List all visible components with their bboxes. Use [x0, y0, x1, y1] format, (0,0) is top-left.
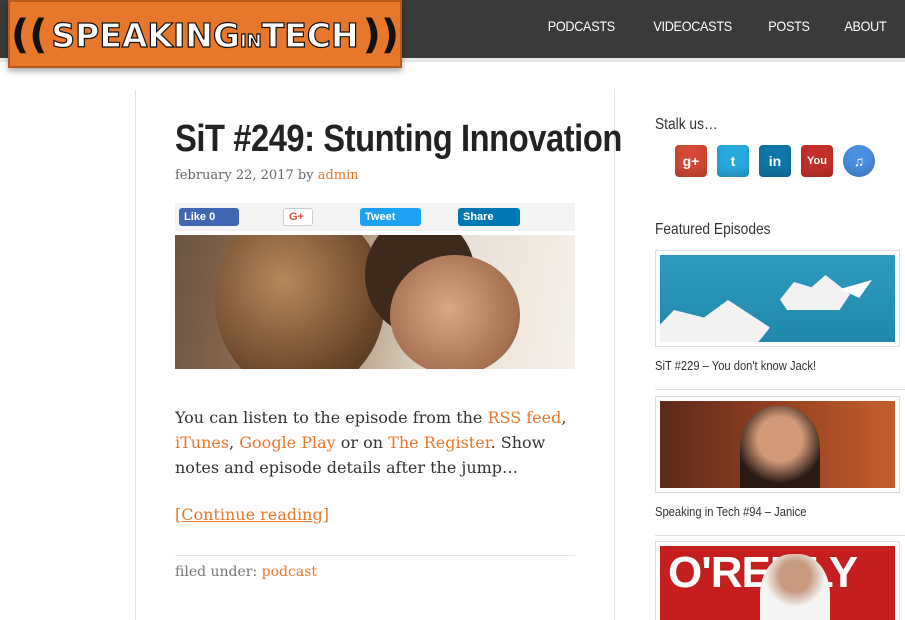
featured-episode-title[interactable]: SiT #229 – You don't know Jack! [655, 358, 816, 373]
google-plus-button[interactable]: G+ [283, 208, 313, 226]
episode-thumbnail [660, 401, 895, 488]
featured-divider [655, 535, 905, 536]
nav-about[interactable]: ABOUT [845, 18, 887, 34]
post-title[interactable]: SiT #249: Stunting Innovation [175, 118, 622, 161]
itunes-link[interactable]: iTunes [175, 433, 229, 452]
cloud-shape [780, 275, 850, 310]
facebook-like-button[interactable]: Like 0 [179, 208, 239, 226]
rss-feed-link[interactable]: RSS feed [487, 408, 561, 427]
category-link[interactable]: podcast [262, 564, 317, 580]
post-meta: february 22, 2017 by admin [175, 168, 359, 183]
google-plus-label: G+ [289, 211, 304, 223]
post-hero-image [175, 235, 575, 369]
robot-head-illustration [215, 235, 385, 369]
share-bar: Like 0 G+ Tweet Share [175, 203, 575, 231]
stalk-us-heading: Stalk us… [655, 116, 718, 133]
speaker-shape [760, 554, 830, 620]
featured-episodes-heading: Featured Episodes [655, 221, 771, 238]
featured-episode-title[interactable]: Speaking in Tech #94 – Janice [655, 504, 806, 519]
episode-thumbnail [660, 255, 895, 342]
featured-divider [655, 389, 905, 390]
logo-mark: (( SPEAKINGINTECH )) [11, 9, 399, 61]
person-shape [740, 406, 820, 488]
filed-under-label: filed under: [175, 564, 258, 580]
nav-posts[interactable]: POSTS [769, 18, 811, 34]
site-logo[interactable]: (( SPEAKINGINTECH )) [8, 0, 402, 68]
tweet-button[interactable]: Tweet [360, 208, 421, 226]
social-icons: g+ t in You ♫ [675, 145, 875, 177]
post-author-link[interactable]: admin [318, 168, 359, 183]
google-plus-icon[interactable]: g+ [675, 145, 707, 177]
youtube-icon[interactable]: You [801, 145, 833, 177]
featured-episode-thumb[interactable] [655, 396, 900, 493]
post-date: february 22, 2017 [175, 168, 294, 183]
episode-thumbnail: O'REILLY [660, 546, 895, 620]
continue-reading-link[interactable]: [Continue reading] [175, 505, 329, 524]
cloud-shape [660, 300, 770, 342]
itunes-icon[interactable]: ♫ [843, 145, 875, 177]
featured-episode-thumb[interactable]: O'REILLY [655, 541, 900, 620]
linkedin-icon[interactable]: in [759, 145, 791, 177]
logo-left-waves: (( [10, 12, 48, 58]
main-nav: PODCASTS VIDEOCASTS POSTS ABOUT [544, 18, 889, 34]
woman-face-illustration [390, 255, 520, 369]
logo-text: SPEAKINGINTECH [51, 15, 359, 55]
linkedin-share-button[interactable]: Share [458, 208, 520, 226]
nav-videocasts[interactable]: VIDEOCASTS [653, 18, 732, 34]
the-register-link[interactable]: The Register [388, 433, 490, 452]
post-footer: filed under: podcast [175, 555, 575, 580]
linkedin-share-label: Share [463, 211, 494, 223]
google-play-link[interactable]: Google Play [239, 433, 335, 452]
post-excerpt: You can listen to the episode from the R… [175, 408, 567, 477]
post-by: by [297, 168, 314, 183]
tweet-label: Tweet [365, 211, 396, 223]
nav-podcasts[interactable]: PODCASTS [548, 18, 615, 34]
featured-episode-thumb[interactable] [655, 250, 900, 347]
twitter-icon[interactable]: t [717, 145, 749, 177]
logo-right-waves: )) [362, 12, 400, 58]
facebook-like-label: Like 0 [184, 211, 216, 223]
